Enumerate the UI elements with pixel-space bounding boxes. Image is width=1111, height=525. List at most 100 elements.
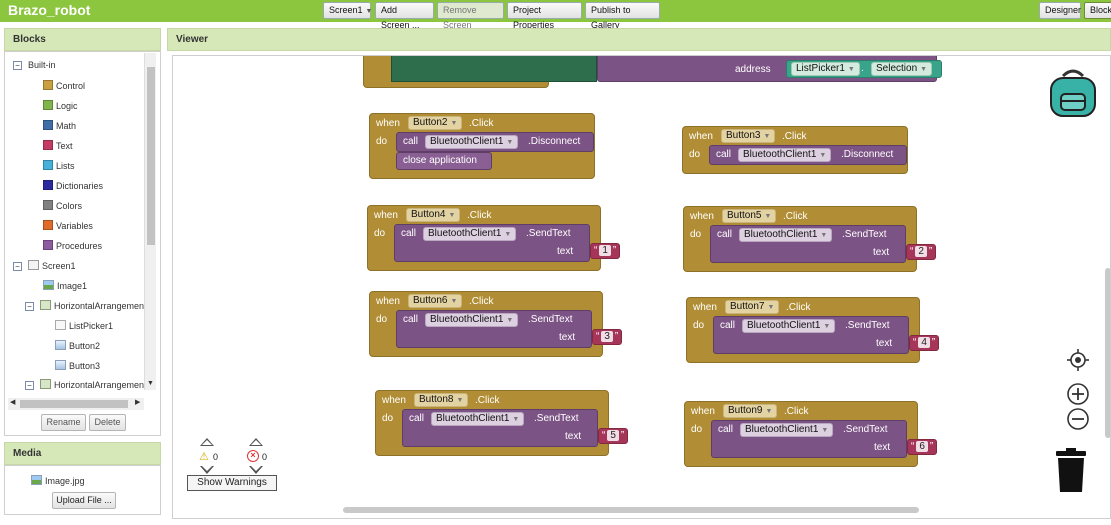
call-sendtext-block[interactable]: call BluetoothClient1 ▼ .SendText text bbox=[713, 316, 909, 354]
tree-item-text[interactable]: Text bbox=[43, 138, 73, 154]
screen-select[interactable]: Screen1 ▼ bbox=[323, 2, 372, 19]
tree-item-control[interactable]: Control bbox=[43, 78, 85, 94]
tree-horizontal-scrollbar[interactable]: ◀ ▶ bbox=[8, 398, 144, 410]
scrollbar-thumb[interactable] bbox=[147, 67, 155, 245]
add-screen-button[interactable]: Add Screen ... bbox=[375, 2, 434, 30]
component-dropdown[interactable]: Button7 ▼ bbox=[725, 300, 780, 314]
event-button7-click[interactable]: when Button7 ▼ .Click do call BluetoothCl… bbox=[686, 297, 940, 363]
project-properties-button[interactable]: Project Properties bbox=[507, 2, 582, 30]
component-dropdown[interactable]: Button6 ▼ bbox=[408, 294, 463, 308]
component-dropdown[interactable]: Button3 ▼ bbox=[721, 129, 776, 143]
blocks-workspace[interactable]: address ListPicker1 ▼ . Selection ▼ when B… bbox=[172, 55, 1111, 519]
tree-harr2[interactable]: − HorizontalArrangemen bbox=[25, 377, 144, 393]
string-value[interactable]: 6 bbox=[916, 441, 928, 452]
blocks-button[interactable]: Blocks bbox=[1084, 2, 1111, 19]
listpicker-selection-block[interactable]: ListPicker1 ▼ . Selection ▼ bbox=[786, 60, 942, 78]
client-dropdown[interactable]: BluetoothClient1 ▼ bbox=[738, 148, 832, 162]
selection-dropdown[interactable]: Selection ▼ bbox=[871, 62, 933, 76]
upload-file-button[interactable]: Upload File ... bbox=[52, 492, 116, 509]
string-value[interactable]: 2 bbox=[915, 246, 927, 257]
error-prev-arrow-icon[interactable] bbox=[249, 438, 263, 446]
event-button9-click[interactable]: when Button9 ▼ .Click do call BluetoothCl… bbox=[684, 401, 938, 467]
scroll-right-arrow-icon[interactable]: ▶ bbox=[135, 398, 140, 406]
tree-button2[interactable]: Button2 bbox=[55, 338, 100, 354]
component-dropdown[interactable]: Button4 ▼ bbox=[406, 208, 461, 222]
call-sendtext-block[interactable]: call BluetoothClient1 ▼ .SendText text bbox=[711, 420, 907, 458]
string-block[interactable]: “4” bbox=[909, 335, 940, 351]
event-button4-click[interactable]: when Button4 ▼ .Click do call BluetoothCl… bbox=[367, 205, 621, 271]
event-button2-click[interactable]: when Button2 ▼ .Click do call BluetoothCl… bbox=[369, 113, 595, 179]
close-application-block[interactable]: close application bbox=[396, 152, 492, 170]
warning-prev-arrow-icon[interactable] bbox=[200, 438, 214, 446]
rename-button[interactable]: Rename bbox=[41, 414, 86, 431]
component-dropdown[interactable]: Button2 ▼ bbox=[408, 116, 463, 130]
client-dropdown[interactable]: BluetoothClient1 ▼ bbox=[431, 412, 525, 426]
string-block[interactable]: “5” bbox=[598, 428, 629, 444]
string-block[interactable]: “3” bbox=[592, 329, 623, 345]
tree-item-dictionaries[interactable]: Dictionaries bbox=[43, 178, 103, 194]
workspace-horizontal-scrollbar[interactable] bbox=[343, 507, 919, 513]
collapse-icon[interactable]: − bbox=[25, 302, 34, 311]
trash-icon[interactable] bbox=[1055, 448, 1087, 495]
tree-item-colors[interactable]: Colors bbox=[43, 198, 82, 214]
tree-image1[interactable]: Image1 bbox=[43, 278, 87, 294]
tree-item-lists[interactable]: Lists bbox=[43, 158, 75, 174]
publish-gallery-button[interactable]: Publish to Gallery bbox=[585, 2, 660, 30]
tree-listpicker1[interactable]: ListPicker1 bbox=[55, 318, 113, 334]
event-button8-click[interactable]: when Button8 ▼ .Click do call BluetoothCl… bbox=[375, 390, 629, 456]
string-block[interactable]: “6” bbox=[907, 439, 938, 455]
zoom-in-icon[interactable] bbox=[1066, 382, 1090, 409]
client-dropdown[interactable]: BluetoothClient1 ▼ bbox=[425, 313, 519, 327]
client-dropdown[interactable]: BluetoothClient1 ▼ bbox=[740, 423, 834, 437]
tree-vertical-scrollbar[interactable]: ▼ bbox=[144, 53, 156, 390]
partial-green-block[interactable] bbox=[391, 56, 597, 82]
warning-next-arrow-icon[interactable] bbox=[200, 466, 214, 474]
tree-item-variables[interactable]: Variables bbox=[43, 218, 93, 234]
error-next-arrow-icon[interactable] bbox=[249, 466, 263, 474]
client-dropdown[interactable]: BluetoothClient1 ▼ bbox=[742, 319, 836, 333]
string-value[interactable]: 1 bbox=[599, 245, 611, 256]
center-workspace-icon[interactable] bbox=[1067, 349, 1089, 374]
component-dropdown[interactable]: Button8 ▼ bbox=[414, 393, 469, 407]
collapse-icon[interactable]: − bbox=[13, 61, 22, 70]
string-value[interactable]: 3 bbox=[601, 331, 613, 342]
tree-builtin[interactable]: − Built-in bbox=[13, 57, 56, 73]
client-dropdown[interactable]: BluetoothClient1 ▼ bbox=[739, 228, 833, 242]
client-dropdown[interactable]: BluetoothClient1 ▼ bbox=[423, 227, 517, 241]
collapse-icon[interactable]: − bbox=[13, 262, 22, 271]
scroll-down-arrow-icon[interactable]: ▼ bbox=[147, 380, 154, 387]
workspace-vertical-scrollbar[interactable] bbox=[1105, 268, 1110, 438]
string-block[interactable]: “2” bbox=[906, 244, 937, 260]
tree-item-math[interactable]: Math bbox=[43, 118, 76, 134]
call-disconnect-block[interactable]: call BluetoothClient1 ▼ .Disconnect bbox=[396, 132, 594, 152]
component-dropdown[interactable]: Button5 ▼ bbox=[722, 209, 777, 223]
call-disconnect-block[interactable]: call BluetoothClient1 ▼ .Disconnect bbox=[709, 145, 907, 165]
tree-button3[interactable]: Button3 bbox=[55, 358, 100, 374]
delete-button[interactable]: Delete bbox=[89, 414, 126, 431]
string-block[interactable]: “1” bbox=[590, 243, 621, 259]
call-sendtext-block[interactable]: call BluetoothClient1 ▼ .SendText text bbox=[402, 409, 598, 447]
partial-call-block[interactable]: address ListPicker1 ▼ . Selection ▼ bbox=[597, 56, 942, 82]
backpack-icon[interactable] bbox=[1047, 66, 1099, 118]
component-dropdown[interactable]: Button9 ▼ bbox=[723, 404, 778, 418]
collapse-icon[interactable]: − bbox=[25, 381, 34, 390]
tree-screen1[interactable]: − Screen1 bbox=[13, 258, 76, 274]
event-button5-click[interactable]: when Button5 ▼ .Click do call BluetoothCl… bbox=[683, 206, 937, 272]
listpicker-dropdown[interactable]: ListPicker1 ▼ bbox=[791, 62, 860, 76]
zoom-out-icon[interactable] bbox=[1066, 407, 1090, 434]
string-value[interactable]: 5 bbox=[607, 430, 619, 441]
tree-harr1[interactable]: − HorizontalArrangemen bbox=[25, 298, 144, 314]
designer-button[interactable]: Designer bbox=[1039, 2, 1081, 19]
string-value[interactable]: 4 bbox=[918, 337, 930, 348]
client-dropdown[interactable]: BluetoothClient1 ▼ bbox=[425, 135, 519, 149]
call-sendtext-block[interactable]: call BluetoothClient1 ▼ .SendText text bbox=[394, 224, 590, 262]
media-file[interactable]: Image.jpg bbox=[31, 473, 85, 489]
event-button6-click[interactable]: when Button6 ▼ .Click do call BluetoothCl… bbox=[369, 291, 623, 357]
call-sendtext-block[interactable]: call BluetoothClient1 ▼ .SendText text bbox=[396, 310, 592, 348]
tree-item-logic[interactable]: Logic bbox=[43, 98, 78, 114]
show-warnings-button[interactable]: Show Warnings bbox=[187, 475, 277, 491]
remove-screen-button[interactable]: Remove Screen bbox=[437, 2, 504, 30]
scroll-left-arrow-icon[interactable]: ◀ bbox=[10, 398, 15, 406]
event-button3-click[interactable]: when Button3 ▼ .Click do call BluetoothCl… bbox=[682, 126, 908, 174]
tree-item-procedures[interactable]: Procedures bbox=[43, 238, 102, 254]
